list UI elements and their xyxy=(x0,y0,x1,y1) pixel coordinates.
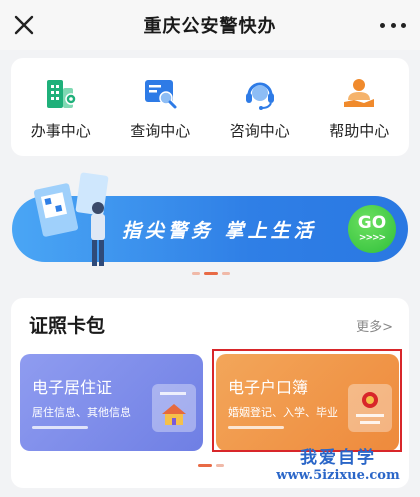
headset-icon xyxy=(245,82,274,110)
service-help-center[interactable]: 帮助中心 xyxy=(314,74,404,141)
card-name: 电子户口簿 xyxy=(228,378,309,397)
service-query-center[interactable]: 查询中心 xyxy=(115,74,205,141)
banner-pager xyxy=(192,272,230,275)
national-emblem-document-icon xyxy=(348,384,392,432)
go-arrows: >>>> xyxy=(358,233,386,243)
service-office-center[interactable]: 办事中心 xyxy=(16,74,106,141)
residence-permit-card[interactable]: 电子居住证 居住信息、其他信息 xyxy=(20,354,203,451)
service-grid: 办事中心 查询中心 咨询中心 帮助中心 xyxy=(11,58,409,156)
search-screen-icon xyxy=(145,79,177,108)
watermark-line1: 我爱自学 xyxy=(300,448,376,468)
card-name: 电子居住证 xyxy=(32,378,113,397)
officer-illustration-icon xyxy=(33,172,109,266)
service-label: 帮助中心 xyxy=(329,121,390,140)
helping-hand-icon xyxy=(344,78,375,107)
service-consult-center[interactable]: 咨询中心 xyxy=(215,74,305,141)
card-desc: 居住信息、其他信息 xyxy=(32,406,131,419)
section-title: 证照卡包 xyxy=(29,315,106,337)
watermark-line2: www.5izixue.com xyxy=(276,467,400,483)
go-button[interactable]: GO >>>> xyxy=(348,205,396,253)
top-bar: 重庆公安警快办 xyxy=(0,0,420,50)
card-divider xyxy=(32,426,88,429)
card-divider xyxy=(228,426,284,429)
close-icon[interactable] xyxy=(10,11,38,39)
more-link[interactable]: 更多> xyxy=(356,316,393,335)
service-label: 查询中心 xyxy=(130,121,191,140)
household-register-card[interactable]: 电子户口簿 婚姻登记、入学、毕业 xyxy=(216,354,399,451)
more-menu-icon[interactable] xyxy=(380,15,406,35)
house-document-icon xyxy=(152,384,196,432)
go-label: GO xyxy=(357,213,387,233)
card-desc: 婚姻登记、入学、毕业 xyxy=(228,406,338,419)
promo-banner[interactable]: 指尖警务 掌上生活 GO >>>> xyxy=(0,168,420,278)
site-watermark: 我爱自学 www.5izixue.com xyxy=(258,448,418,483)
service-label: 办事中心 xyxy=(30,121,91,140)
service-label: 咨询中心 xyxy=(229,121,290,140)
wallet-pager xyxy=(198,464,224,467)
office-building-icon xyxy=(46,79,77,108)
page-title: 重庆公安警快办 xyxy=(143,16,277,37)
banner-slogan: 指尖警务 掌上生活 xyxy=(122,220,317,242)
